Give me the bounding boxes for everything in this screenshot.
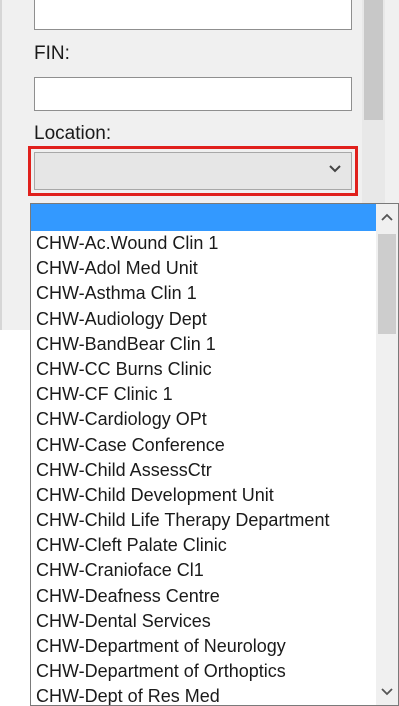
scroll-down-arrow-icon[interactable] [379, 685, 395, 699]
option-item[interactable]: CHW-Ac.Wound Clin 1 [31, 231, 376, 256]
dropdown-scrollbar-thumb[interactable] [378, 234, 396, 334]
location-dropdown-list[interactable]: CHW-Ac.Wound Clin 1 CHW-Adol Med Unit CH… [30, 203, 399, 706]
option-item[interactable]: CHW-Department of Neurology [31, 634, 376, 659]
option-item[interactable]: CHW-Audiology Dept [31, 307, 376, 332]
option-item[interactable]: CHW-Asthma Clin 1 [31, 281, 376, 306]
option-item[interactable]: CHW-Child Life Therapy Department [31, 508, 376, 533]
previous-text-field[interactable] [34, 0, 352, 30]
option-item[interactable]: CHW-Dental Services [31, 609, 376, 634]
fin-label: FIN: [34, 43, 70, 64]
chevron-down-icon [329, 165, 341, 173]
option-selected[interactable] [31, 204, 376, 231]
option-item[interactable]: CHW-CF Clinic 1 [31, 382, 376, 407]
panel-scrollbar-thumb[interactable] [364, 0, 383, 120]
option-item[interactable]: CHW-Child AssessCtr [31, 458, 376, 483]
location-options: CHW-Ac.Wound Clin 1 CHW-Adol Med Unit CH… [31, 204, 376, 705]
option-item[interactable]: CHW-Craniofacе Cl1 [31, 558, 376, 583]
option-item[interactable]: CHW-CC Burns Clinic [31, 357, 376, 382]
option-item[interactable]: CHW-BandBear Clin 1 [31, 332, 376, 357]
option-item[interactable]: CHW-Case Conference [31, 433, 376, 458]
option-item[interactable]: CHW-Child Development Unit [31, 483, 376, 508]
location-label: Location: [34, 123, 112, 144]
option-item[interactable]: CHW-Deafness Centre [31, 584, 376, 609]
option-item[interactable]: CHW-Dept of Res Med [31, 684, 376, 705]
option-item[interactable]: CHW-Adol Med Unit [31, 256, 376, 281]
scroll-up-arrow-icon[interactable] [379, 210, 395, 224]
location-select[interactable] [34, 152, 352, 190]
dropdown-scrollbar[interactable] [376, 204, 398, 705]
option-item[interactable]: CHW-Cardiology OPt [31, 407, 376, 432]
option-item[interactable]: CHW-Department of Orthoptics [31, 659, 376, 684]
fin-field[interactable] [34, 77, 352, 111]
option-item[interactable]: CHW-Cleft Palate Clinic [31, 533, 376, 558]
panel-left-edge [0, 0, 2, 330]
